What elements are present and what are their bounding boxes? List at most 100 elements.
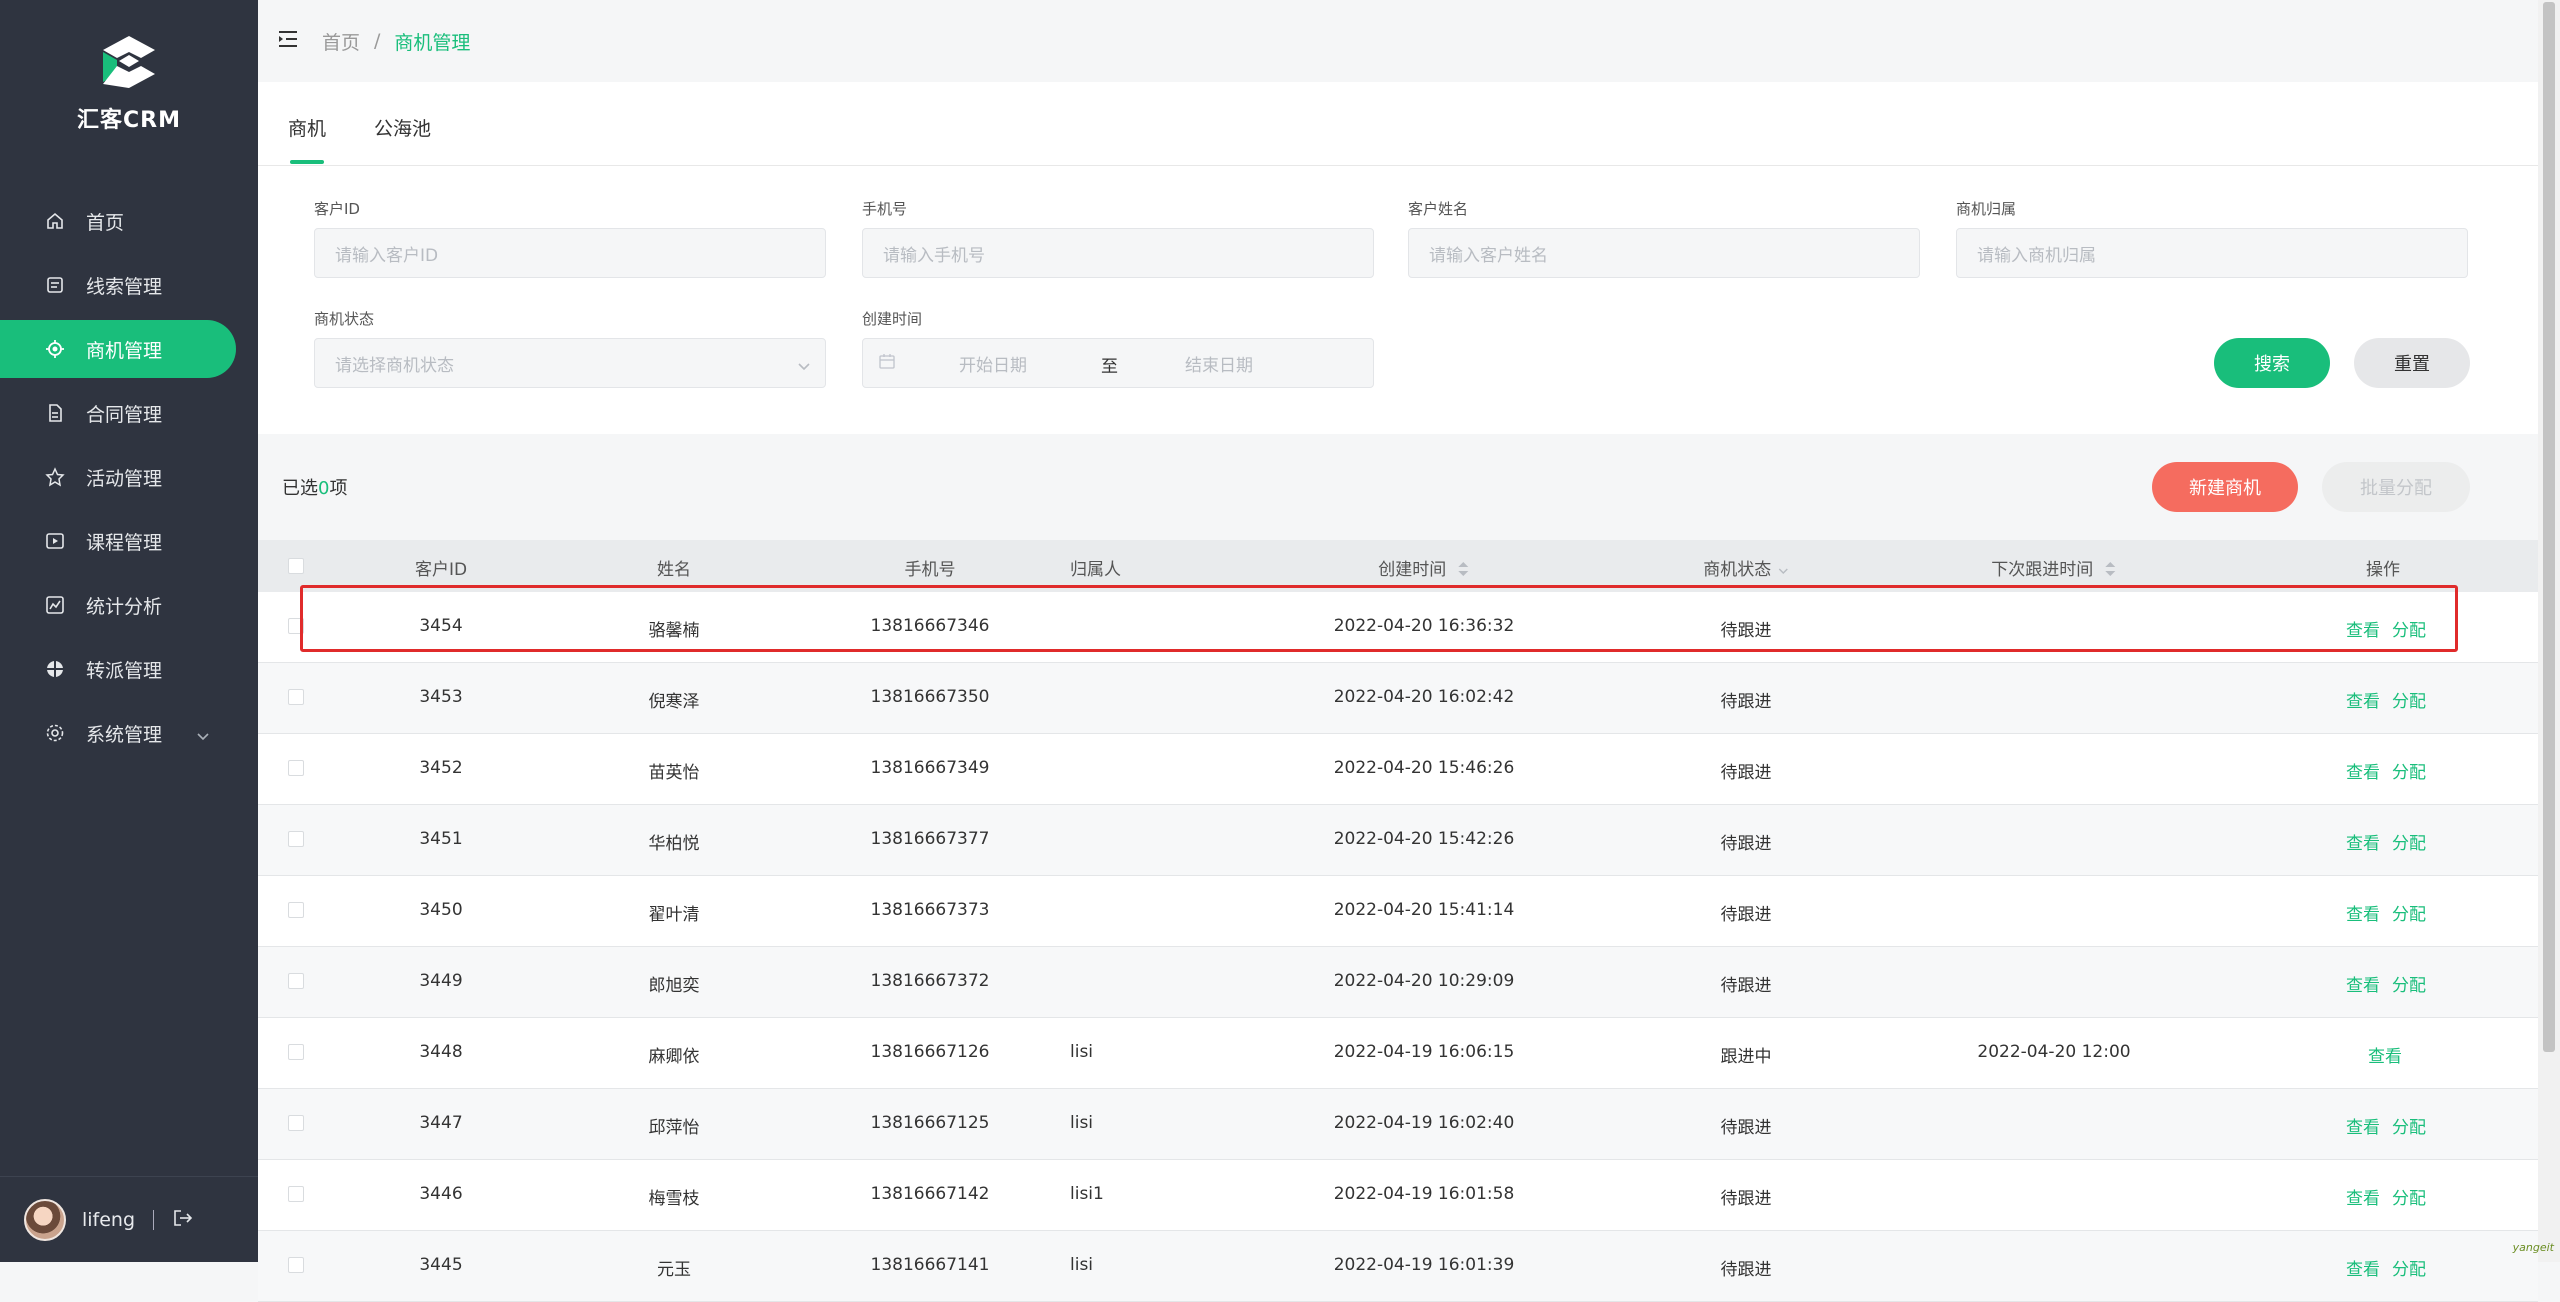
row-checkbox[interactable] [288,1186,304,1202]
sidebar-item-label: 合同管理 [86,403,163,426]
assign-link[interactable]: 分配 [2392,976,2426,996]
avatar[interactable] [24,1198,66,1241]
row-checkbox[interactable] [288,831,304,847]
row-actions: 查看 分配 [2340,758,2432,783]
selection-prefix: 已选 [282,478,318,499]
header-next-followup[interactable]: 下次跟进时间 [1991,555,2116,580]
customer-id-label: 客户ID [314,200,360,218]
view-link[interactable]: 查看 [2346,621,2380,641]
breadcrumb-home[interactable]: 首页 [322,28,360,55]
cell-name: 邱萍怡 [648,1118,700,1138]
reset-button[interactable]: 重置 [2354,338,2470,388]
owner-label: 商机归属 [1956,200,2017,218]
row-actions: 查看 分配 [2340,616,2432,641]
star-icon [44,466,66,488]
sidebar-item-statistics[interactable]: 统计分析 [0,576,258,634]
row-checkbox[interactable] [288,618,304,634]
cell-customer-id: 3449 [419,971,463,991]
cell-owner: lisi [1070,1042,1094,1062]
cell-created-time: 2022-04-19 16:01:39 [1333,1255,1515,1275]
view-link[interactable]: 查看 [2346,763,2380,783]
cell-created-time: 2022-04-20 15:41:14 [1333,900,1515,920]
create-opportunity-button[interactable]: 新建商机 [2152,462,2298,512]
phone-input[interactable]: 请输入手机号 [862,228,1374,278]
cell-status: 待跟进 [1720,834,1772,854]
table-row: 3454 骆馨楠 13816667346 2022-04-20 16:36:32 待跟进… [258,592,2538,663]
table-body: 3454 骆馨楠 13816667346 2022-04-20 16:36:32 待跟进… [258,592,2538,1302]
sidebar-item-activities[interactable]: 活动管理 [0,448,258,506]
sidebar-item-contracts[interactable]: 合同管理 [0,384,258,442]
sidebar-item-opportunities[interactable]: 商机管理 [0,320,236,378]
cell-name: 苗英怡 [648,763,700,783]
cell-customer-id: 3454 [419,616,463,636]
assign-link[interactable]: 分配 [2392,763,2426,783]
row-checkbox[interactable] [288,760,304,776]
sidebar-item-clues[interactable]: 线索管理 [0,256,258,314]
start-date-input[interactable]: 开始日期 [959,351,1027,376]
assign-link[interactable]: 分配 [2392,621,2426,641]
customer-name-input[interactable]: 请输入客户姓名 [1408,228,1920,278]
tabs: 商机 公海池 [258,82,2538,166]
sidebar-item-home[interactable]: 首页 [0,192,258,250]
view-link[interactable]: 查看 [2368,1047,2402,1067]
username: lifeng [82,1208,136,1231]
scrollbar[interactable] [2538,0,2560,1262]
logout-icon[interactable] [172,1208,194,1232]
assign-link[interactable]: 分配 [2392,834,2426,854]
view-link[interactable]: 查看 [2346,905,2380,925]
date-range-separator: 至 [1101,357,1118,377]
chevron-down-icon [797,357,811,377]
row-checkbox[interactable] [288,902,304,918]
contract-icon [44,402,66,424]
view-link[interactable]: 查看 [2346,1260,2380,1280]
tab-public-pool[interactable]: 公海池 [374,114,431,141]
sidebar-item-system[interactable]: 系统管理 [0,704,258,762]
search-button[interactable]: 搜索 [2214,338,2330,388]
view-link[interactable]: 查看 [2346,692,2380,712]
calendar-icon [879,353,895,374]
created-time-label: 创建时间 [862,310,923,328]
chevron-down-icon [196,725,210,747]
scrollbar-thumb[interactable] [2543,2,2555,1052]
cell-name: 麻卿依 [648,1047,700,1067]
row-actions: 查看 分配 [2340,971,2432,996]
row-checkbox[interactable] [288,689,304,705]
cell-status: 待跟进 [1720,1189,1772,1209]
assign-link[interactable]: 分配 [2392,1118,2426,1138]
menu-fold-icon[interactable] [278,30,298,53]
row-checkbox[interactable] [288,1044,304,1060]
view-link[interactable]: 查看 [2346,976,2380,996]
sidebar-item-label: 系统管理 [86,723,163,746]
sidebar-item-transfer[interactable]: 转派管理 [0,640,258,698]
filter-panel: 商机 公海池 客户ID 请输入客户ID 手机号 请输入手机号 客户姓名 请输入客… [258,82,2538,434]
row-checkbox[interactable] [288,1257,304,1273]
watermark: yangeit [2512,1241,2554,1254]
sidebar-item-courses[interactable]: 课程管理 [0,512,258,570]
customer-id-input[interactable]: 请输入客户ID [314,228,826,278]
view-link[interactable]: 查看 [2346,834,2380,854]
status-select[interactable]: 请选择商机状态 [314,338,826,388]
end-date-input[interactable]: 结束日期 [1185,351,1253,376]
assign-link[interactable]: 分配 [2392,905,2426,925]
header-status[interactable]: 商机状态 [1703,555,1789,580]
date-range-picker[interactable]: 开始日期 至 结束日期 [862,338,1374,388]
view-link[interactable]: 查看 [2346,1118,2380,1138]
select-all-checkbox[interactable] [288,558,304,574]
assign-link[interactable]: 分配 [2392,1189,2426,1209]
assign-link[interactable]: 分配 [2392,1260,2426,1280]
row-checkbox[interactable] [288,1115,304,1131]
selection-info: 已选0项 [282,474,347,500]
cell-phone: 13816667141 [870,1255,990,1275]
header-created-time[interactable]: 创建时间 [1378,555,1469,580]
cell-customer-id: 3452 [419,758,463,778]
owner-input[interactable]: 请输入商机归属 [1956,228,2468,278]
cell-created-time: 2022-04-20 16:02:42 [1333,687,1515,707]
cell-phone: 13816667125 [870,1113,990,1133]
tab-opportunities[interactable]: 商机 [288,114,326,141]
row-checkbox[interactable] [288,973,304,989]
assign-link[interactable]: 分配 [2392,692,2426,712]
breadcrumb-separator: / [374,30,381,52]
row-actions: 查看 分配 [2340,900,2432,925]
view-link[interactable]: 查看 [2346,1189,2380,1209]
batch-assign-button[interactable]: 批量分配 [2322,462,2470,512]
